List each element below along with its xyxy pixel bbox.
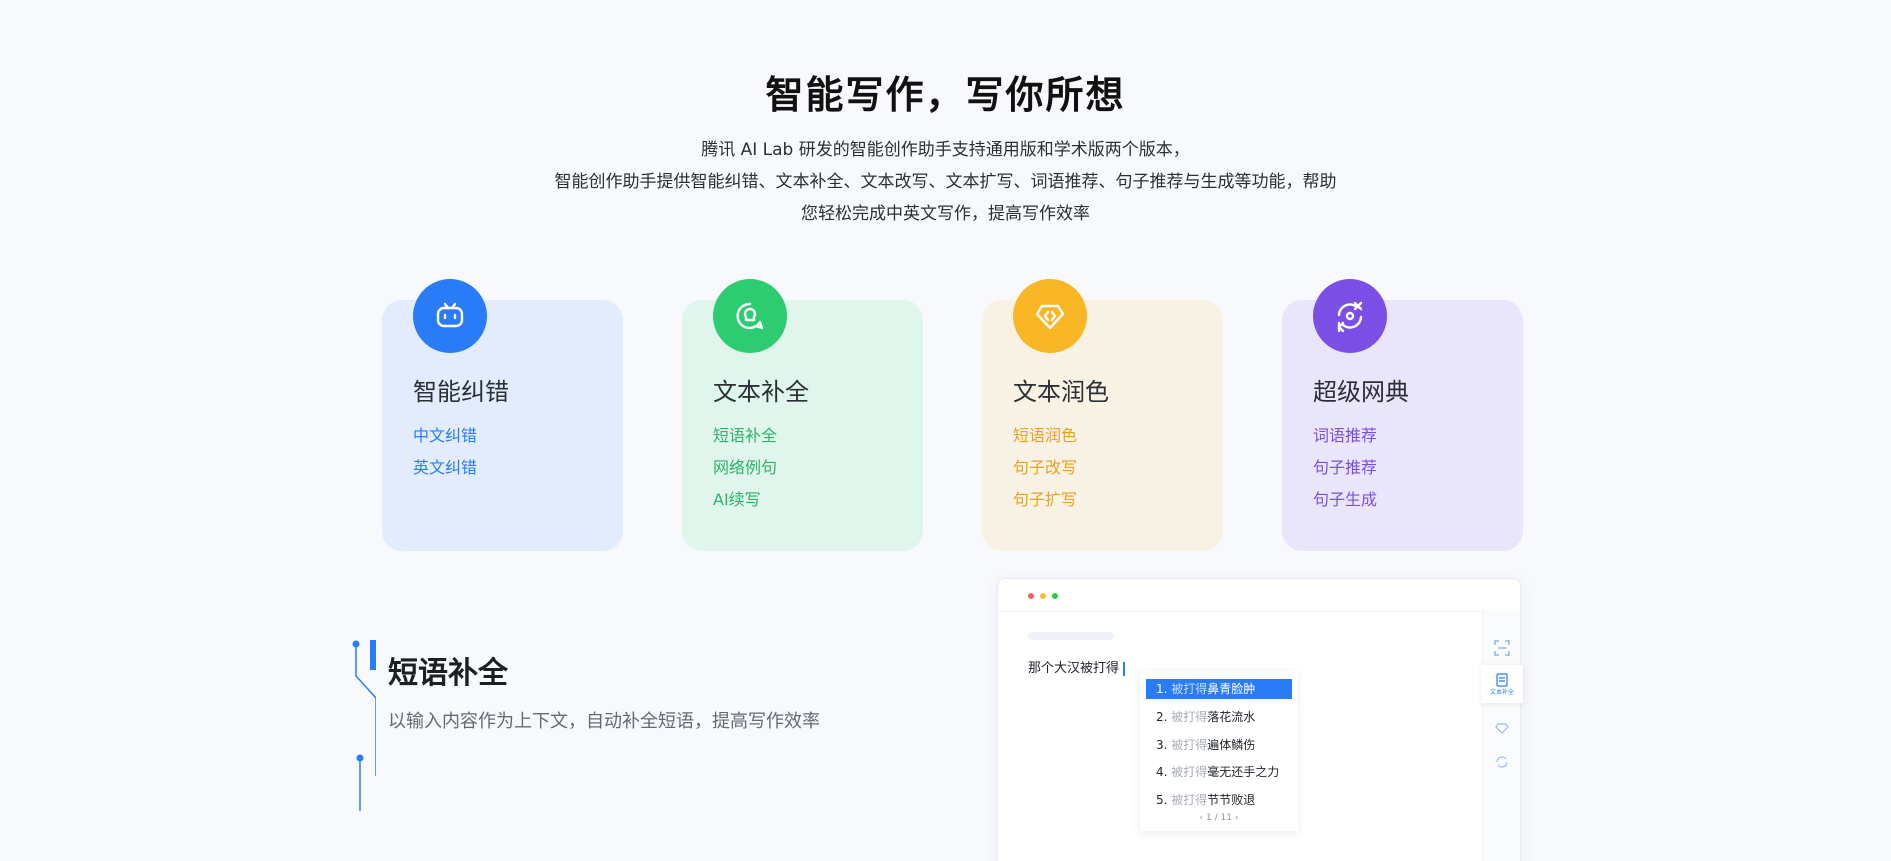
editor-sentence: 那个大汉被打得 [1028, 661, 1120, 676]
feature-card-dictionary: 超级网典 词语推荐 句子推荐 句子生成 [1282, 279, 1523, 551]
card-link-english-correction[interactable]: 英文纠错 [413, 452, 477, 484]
suggestion-prefix: 被打得 [1171, 682, 1208, 696]
suggestion-item[interactable]: 3. 被打得遍体鳞伤 [1146, 734, 1292, 762]
chevron-right-icon[interactable]: › [1235, 813, 1239, 823]
text-placeholder-bar [1028, 632, 1114, 640]
robot-icon [413, 279, 487, 353]
lightbulb-chat-icon [713, 279, 787, 353]
card-link-sentence-recommend[interactable]: 句子推荐 [1313, 452, 1377, 484]
text-caret [1123, 661, 1126, 676]
card-link-phrase-polish[interactable]: 短语润色 [1013, 420, 1077, 452]
refresh-icon[interactable] [1483, 743, 1521, 781]
suggestion-item[interactable]: 2. 被打得落花流水 [1146, 706, 1292, 734]
demo-window: 那个大汉被打得 1. 被打得鼻青脸肿 2. 被打得落花流水 3. 被打得遍体鳞伤… [997, 578, 1523, 861]
suggestion-item[interactable]: 4. 被打得毫无还手之力 [1146, 761, 1292, 789]
window-controls [1028, 593, 1058, 599]
pager-text: 1 / 11 [1206, 813, 1232, 823]
suggestion-prefix: 被打得 [1171, 737, 1208, 752]
card-title: 文本润色 [1013, 378, 1109, 406]
suggestion-pager: ‹ 1 / 11 › [1140, 813, 1298, 823]
feature-card-completion: 文本补全 短语补全 网络例句 AI续写 [682, 279, 923, 551]
hero-desc-line: 腾讯 AI Lab 研发的智能创作助手支持通用版和学术版两个版本， [701, 140, 1190, 160]
scan-icon[interactable] [1483, 629, 1521, 667]
suggestion-number: 3. [1156, 737, 1168, 752]
card-link-word-recommend[interactable]: 词语推荐 [1313, 420, 1377, 452]
card-title: 文本补全 [713, 378, 809, 406]
suggestion-prefix: 被打得 [1171, 710, 1208, 724]
suggestion-text: 遍体鳞伤 [1207, 737, 1256, 752]
divider [998, 611, 1520, 612]
circuit-decoration [352, 640, 376, 811]
card-link-sentence-rewrite[interactable]: 句子改写 [1013, 452, 1077, 484]
card-title: 智能纠错 [413, 378, 509, 406]
editor-text[interactable]: 那个大汉被打得 [1028, 657, 1126, 676]
card-title: 超级网典 [1313, 378, 1409, 406]
hero-desc-line: 智能创作助手提供智能纠错、文本补全、文本改写、文本扩写、词语推荐、句子推荐与生成… [554, 172, 1337, 192]
suggestion-text: 节节败退 [1207, 792, 1256, 807]
suggestion-text: 毫无还手之力 [1207, 765, 1280, 779]
chevron-left-icon[interactable]: ‹ [1200, 813, 1204, 823]
suggestion-number: 1. [1156, 682, 1168, 696]
suggestion-item[interactable]: 5. 被打得节节败退 [1146, 789, 1292, 817]
hero-desc-line: 您轻松完成中英文写作，提高写作效率 [801, 204, 1090, 224]
dictionary-refresh-icon [1313, 279, 1387, 353]
minimize-dot [1040, 593, 1046, 599]
feature-card-correction: 智能纠错 中文纠错 英文纠错 [382, 279, 623, 551]
diamond-icon[interactable] [1483, 709, 1521, 747]
suggestion-item[interactable]: 1. 被打得鼻青脸肿 [1146, 679, 1292, 699]
close-dot [1028, 593, 1034, 599]
suggestion-prefix: 被打得 [1171, 792, 1208, 807]
card-link-phrase-completion[interactable]: 短语补全 [713, 420, 777, 452]
card-link-ai-continue[interactable]: AI续写 [713, 484, 777, 516]
text-completion-tool[interactable]: 文本补全 [1481, 665, 1523, 703]
feature-card-polish: 文本润色 短语润色 句子改写 句子扩写 [982, 279, 1223, 551]
suggestion-dropdown: 1. 被打得鼻青脸肿 2. 被打得落花流水 3. 被打得遍体鳞伤 4. 被打得毫… [1140, 671, 1298, 831]
card-link-chinese-correction[interactable]: 中文纠错 [413, 420, 477, 452]
suggestion-number: 4. [1156, 765, 1168, 779]
maximize-dot [1052, 593, 1058, 599]
card-link-sentence-expand[interactable]: 句子扩写 [1013, 484, 1077, 516]
card-link-sentence-generate[interactable]: 句子生成 [1313, 484, 1377, 516]
hero-description: 腾讯 AI Lab 研发的智能创作助手支持通用版和学术版两个版本， 智能创作助手… [520, 134, 1371, 230]
suggestion-number: 2. [1156, 710, 1168, 724]
feature-title: 短语补全 [388, 656, 508, 691]
feature-description: 以输入内容作为上下文，自动补全短语，提高写作效率 [388, 711, 820, 732]
page-title: 智能写作，写你所想 [765, 73, 1126, 117]
suggestion-text: 落花流水 [1207, 710, 1256, 724]
diamond-code-icon [1013, 279, 1087, 353]
sidebar-active-label: 文本补全 [1489, 688, 1514, 696]
tool-sidebar: 文本补全 [1481, 611, 1523, 861]
suggestion-number: 5. [1156, 792, 1168, 807]
card-link-web-examples[interactable]: 网络例句 [713, 452, 777, 484]
suggestion-text: 鼻青脸肿 [1207, 682, 1256, 696]
suggestion-prefix: 被打得 [1171, 765, 1208, 779]
